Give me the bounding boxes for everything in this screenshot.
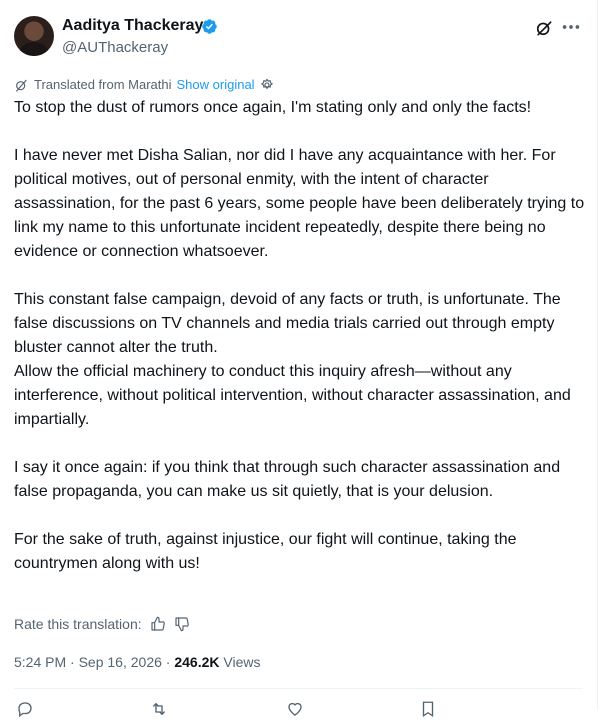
views-count: 246.2K	[174, 654, 220, 670]
avatar[interactable]	[14, 16, 54, 56]
meta-separator: ·	[70, 654, 75, 670]
tweet-paragraph: For the sake of truth, against injustice…	[14, 531, 521, 572]
bookmark-button[interactable]	[419, 700, 437, 718]
repost-button[interactable]	[150, 700, 168, 718]
tweet-meta: 5:24 PM · Sep 16, 2026 · 246.2K Views	[14, 652, 260, 672]
author-handle[interactable]: @AUThackeray	[62, 38, 168, 58]
post-time[interactable]: 5:24 PM	[14, 654, 66, 670]
verified-badge-icon[interactable]	[201, 18, 218, 35]
tweet-card: Aaditya Thackeray @AUThackeray Translate…	[0, 0, 598, 718]
grok-icon[interactable]	[534, 18, 554, 38]
like-button[interactable]	[286, 700, 304, 718]
tweet-paragraph: I have never met Disha Salian, nor did I…	[14, 147, 589, 260]
thumbs-up-icon[interactable]	[150, 616, 166, 632]
translation-label: Translated from Marathi	[34, 77, 172, 92]
meta-separator: ·	[165, 654, 171, 670]
action-bar	[14, 700, 583, 722]
divider	[14, 688, 583, 689]
show-original-link[interactable]: Show original	[177, 76, 255, 94]
rate-translation-label: Rate this translation:	[14, 616, 142, 632]
bookmark-icon	[422, 701, 434, 718]
more-icon[interactable]	[560, 16, 582, 38]
rate-translation: Rate this translation:	[14, 614, 190, 634]
post-date[interactable]: Sep 16, 2026	[79, 654, 162, 670]
tweet-paragraph: To stop the dust of rumors once again, I…	[14, 99, 532, 116]
views-label: Views	[223, 654, 261, 670]
gear-icon[interactable]	[260, 78, 274, 92]
tweet-text: To stop the dust of rumors once again, I…	[14, 96, 589, 576]
reply-button[interactable]	[16, 700, 34, 718]
translate-icon	[16, 79, 27, 92]
heart-icon	[288, 702, 302, 716]
reply-icon	[18, 702, 32, 718]
tweet-paragraph: This constant false campaign, devoid of …	[14, 291, 571, 428]
tweet-paragraph: I say it once again: if you think that t…	[14, 459, 565, 500]
author-name[interactable]: Aaditya Thackeray	[62, 16, 203, 36]
repost-icon	[153, 702, 165, 716]
thumbs-down-icon[interactable]	[174, 616, 190, 632]
translation-notice: Translated from Marathi Show original	[14, 76, 274, 94]
